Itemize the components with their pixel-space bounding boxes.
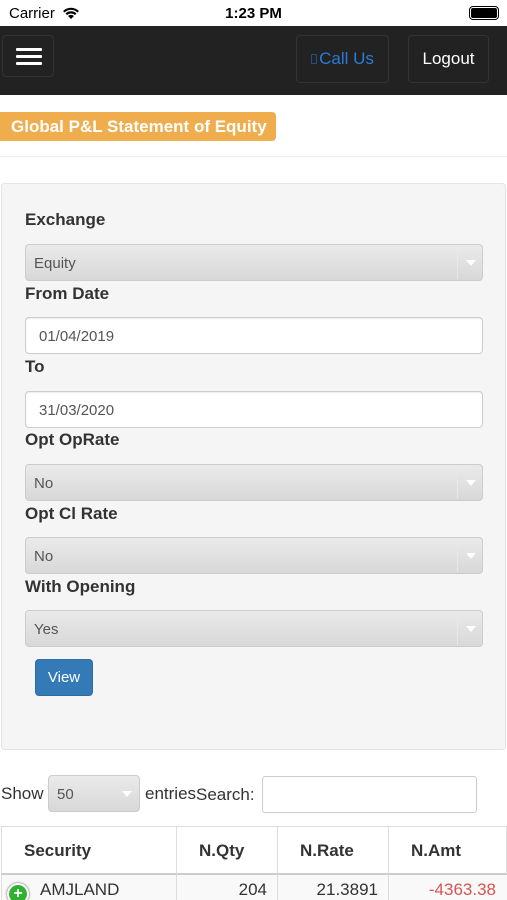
exchange-select[interactable]: Equity	[25, 244, 483, 281]
with-opening-select[interactable]: Yes	[25, 610, 483, 647]
expand-plus-icon[interactable]: +	[7, 883, 29, 900]
cell-security: + AMJLAND	[2, 875, 177, 900]
table-header: Security N.Qty N.Rate N.Amt	[1, 826, 507, 875]
table-row[interactable]: + AMJLAND 204 21.3891 -4363.38	[1, 875, 507, 900]
show-label: Show	[1, 784, 44, 803]
from-date-input[interactable]: 01/04/2019	[25, 317, 483, 354]
chevron-down-icon	[457, 539, 481, 572]
menu-toggle-button[interactable]	[2, 35, 54, 77]
entries-label: entries	[145, 784, 197, 803]
column-header-namt[interactable]: N.Amt	[389, 827, 506, 874]
phone-icon	[311, 54, 318, 64]
cell-namt: -4363.38	[428, 880, 496, 899]
battery-icon	[469, 6, 499, 20]
column-header-security[interactable]: Security	[2, 827, 177, 874]
cell-nrate: 21.3891	[278, 875, 389, 900]
hamburger-icon	[16, 48, 42, 51]
clock: 1:23 PM	[225, 5, 282, 22]
page-title: Global P&L Statement of Equity	[0, 112, 276, 141]
to-date-value: 31/03/2020	[39, 402, 115, 419]
security-name: AMJLAND	[40, 880, 120, 899]
opt-clrate-label: Opt Cl Rate	[25, 504, 118, 523]
opt-clrate-value: No	[34, 548, 54, 565]
page-length-value: 50	[57, 786, 74, 803]
divider	[0, 156, 507, 157]
chevron-down-icon	[116, 777, 138, 810]
cell-nqty: 204	[177, 875, 278, 900]
logout-button[interactable]: Logout	[408, 35, 489, 83]
view-button[interactable]: View	[35, 659, 93, 696]
to-date-label: To	[25, 357, 45, 376]
call-us-label: Call Us	[319, 49, 374, 68]
opt-oprate-select[interactable]: No	[25, 464, 483, 501]
page-length-select[interactable]: 50	[48, 775, 140, 812]
exchange-label: Exchange	[25, 210, 106, 229]
with-opening-value: Yes	[34, 621, 59, 638]
search-label: Search:	[196, 785, 255, 804]
column-header-nrate[interactable]: N.Rate	[278, 827, 389, 874]
opt-oprate-label: Opt OpRate	[25, 430, 120, 449]
to-date-input[interactable]: 31/03/2020	[25, 391, 483, 428]
opt-oprate-value: No	[34, 475, 54, 492]
navbar: Call Us Logout	[0, 26, 507, 95]
opt-clrate-select[interactable]: No	[25, 537, 483, 574]
call-us-button[interactable]: Call Us	[296, 35, 389, 83]
search-input[interactable]	[262, 776, 477, 813]
chevron-down-icon	[457, 246, 481, 279]
chevron-down-icon	[457, 466, 481, 499]
with-opening-label: With Opening	[25, 577, 136, 596]
exchange-value: Equity	[34, 255, 76, 272]
from-date-label: From Date	[25, 284, 110, 303]
status-bar: Carrier 1:23 PM	[0, 0, 507, 26]
from-date-value: 01/04/2019	[39, 328, 115, 345]
chevron-down-icon	[457, 612, 481, 645]
column-header-nqty[interactable]: N.Qty	[177, 827, 278, 874]
